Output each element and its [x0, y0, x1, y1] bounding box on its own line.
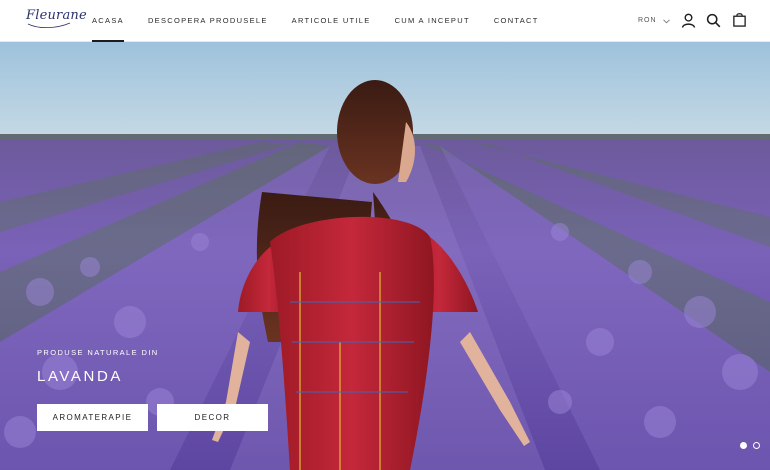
search-icon[interactable] — [706, 13, 721, 28]
account-icon[interactable] — [681, 13, 696, 28]
main-nav: ACASA DESCOPERA PRODUSELE ARTICOLE UTILE… — [92, 0, 563, 42]
nav-item-descopera-produsele[interactable]: DESCOPERA PRODUSELE — [148, 0, 268, 42]
nav-item-acasa[interactable]: ACASA — [92, 0, 124, 42]
nav-item-cum-a-inceput[interactable]: CUM A INCEPUT — [395, 0, 470, 42]
slide-indicator — [734, 442, 760, 449]
decor-button[interactable]: DECOR — [157, 404, 268, 431]
hero-slideshow: PRODUSE NATURALE DIN LAVANDA AROMATERAPI… — [0, 42, 770, 470]
currency-label: RON — [638, 17, 657, 24]
logo[interactable]: Fleurane — [26, 8, 87, 30]
hero-title: LAVANDA — [37, 368, 124, 385]
aromaterapie-button[interactable]: AROMATERAPIE — [37, 404, 148, 431]
currency-selector[interactable]: RON — [638, 0, 670, 42]
logo-swash-icon — [27, 22, 71, 29]
nav-item-articole-utile[interactable]: ARTICOLE UTILE — [292, 0, 371, 42]
slide-dot-1[interactable] — [740, 442, 747, 449]
slide-dot-2[interactable] — [753, 442, 760, 449]
nav-item-contact[interactable]: CONTACT — [494, 0, 539, 42]
site-header: Fleurane ACASA DESCOPERA PRODUSELE ARTIC… — [0, 0, 770, 42]
cart-bag-icon[interactable] — [732, 12, 747, 27]
chevron-down-icon — [662, 18, 670, 23]
hero-subtitle: PRODUSE NATURALE DIN — [37, 348, 159, 357]
